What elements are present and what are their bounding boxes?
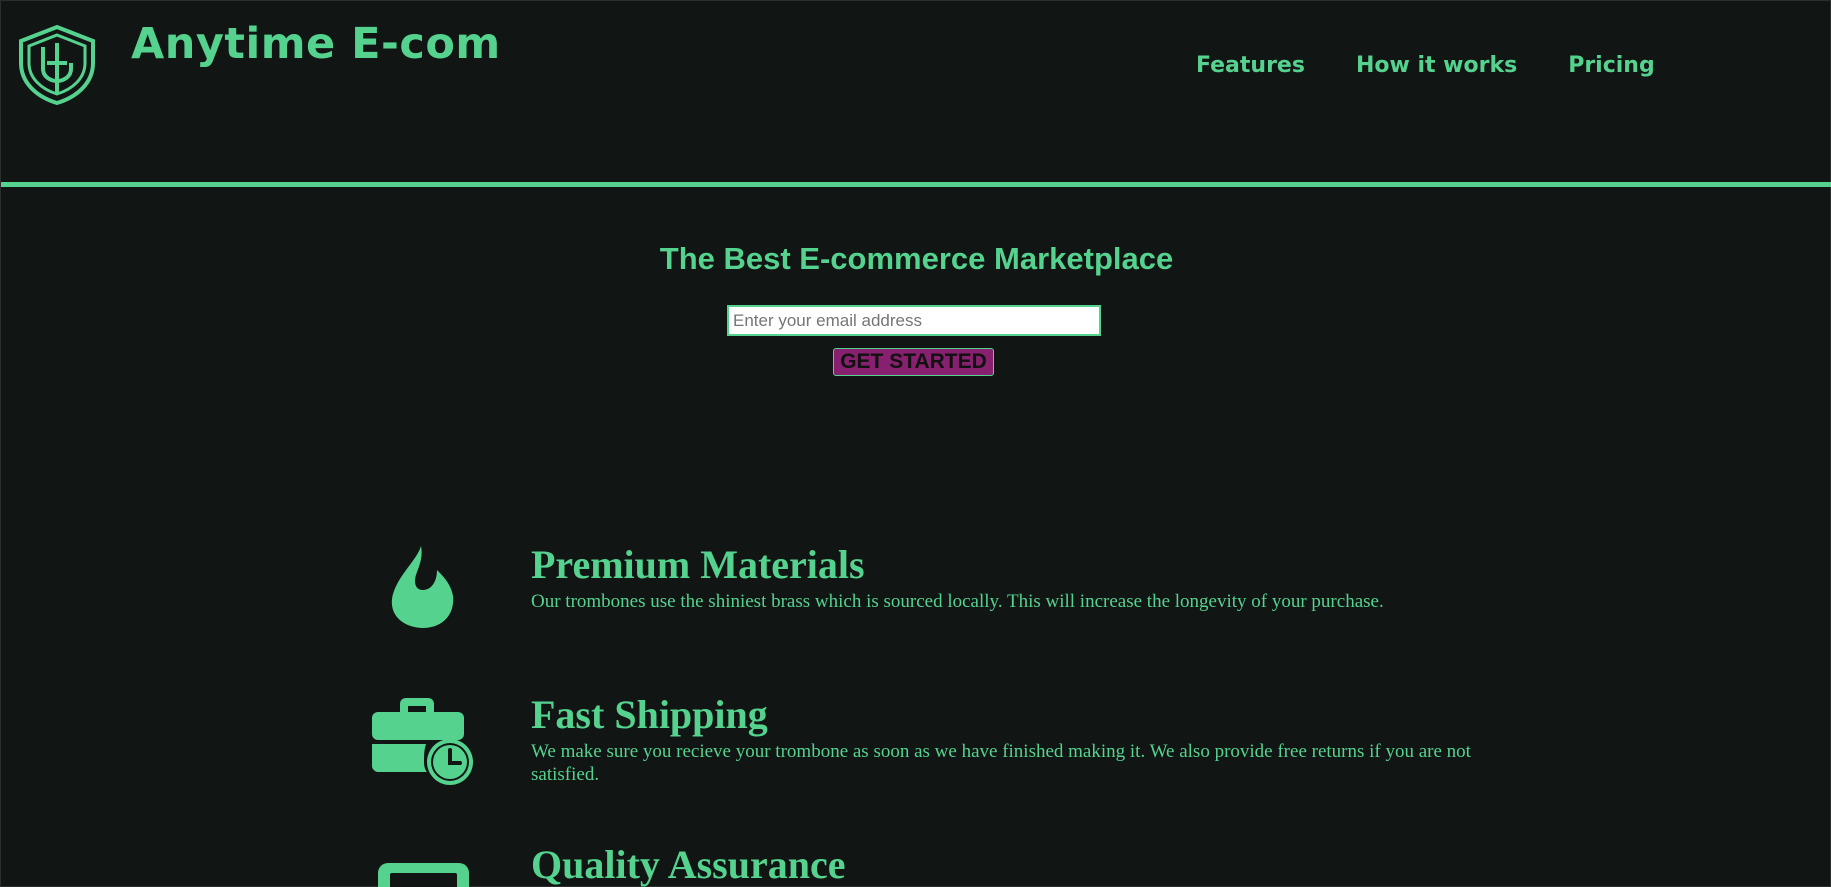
site-header: Anytime E-com Features How it works Pric… [1, 1, 1831, 187]
briefcase-clock-icon [372, 698, 473, 785]
main-nav: Features How it works Pricing [1196, 53, 1655, 78]
nav-link-pricing[interactable]: Pricing [1568, 53, 1655, 78]
feature-title: Quality Assurance [531, 842, 846, 887]
feature-item: Fast Shipping We make sure you recieve y… [1, 691, 1831, 801]
nav-link-features[interactable]: Features [1196, 53, 1305, 78]
shield-logo-icon[interactable] [13, 23, 101, 105]
get-started-button[interactable]: GET STARTED [833, 348, 994, 376]
feature-item: Premium Materials Our trombones use the … [1, 541, 1831, 641]
brand-name[interactable]: Anytime E-com [131, 19, 501, 69]
feature-title: Premium Materials [531, 542, 865, 587]
feature-item: Quality Assurance [1, 841, 1831, 887]
feature-text: Our trombones use the shiniest brass whi… [531, 591, 1384, 612]
feature-title: Fast Shipping [531, 692, 768, 737]
feature-text: We make sure you recieve your trombone a… [531, 741, 1471, 785]
nav-link-how-it-works[interactable]: How it works [1356, 53, 1517, 78]
flame-icon [391, 546, 454, 628]
tv-icon [378, 863, 469, 887]
email-input[interactable] [727, 305, 1101, 336]
hero-title: The Best E-commerce Marketplace [659, 241, 1174, 276]
